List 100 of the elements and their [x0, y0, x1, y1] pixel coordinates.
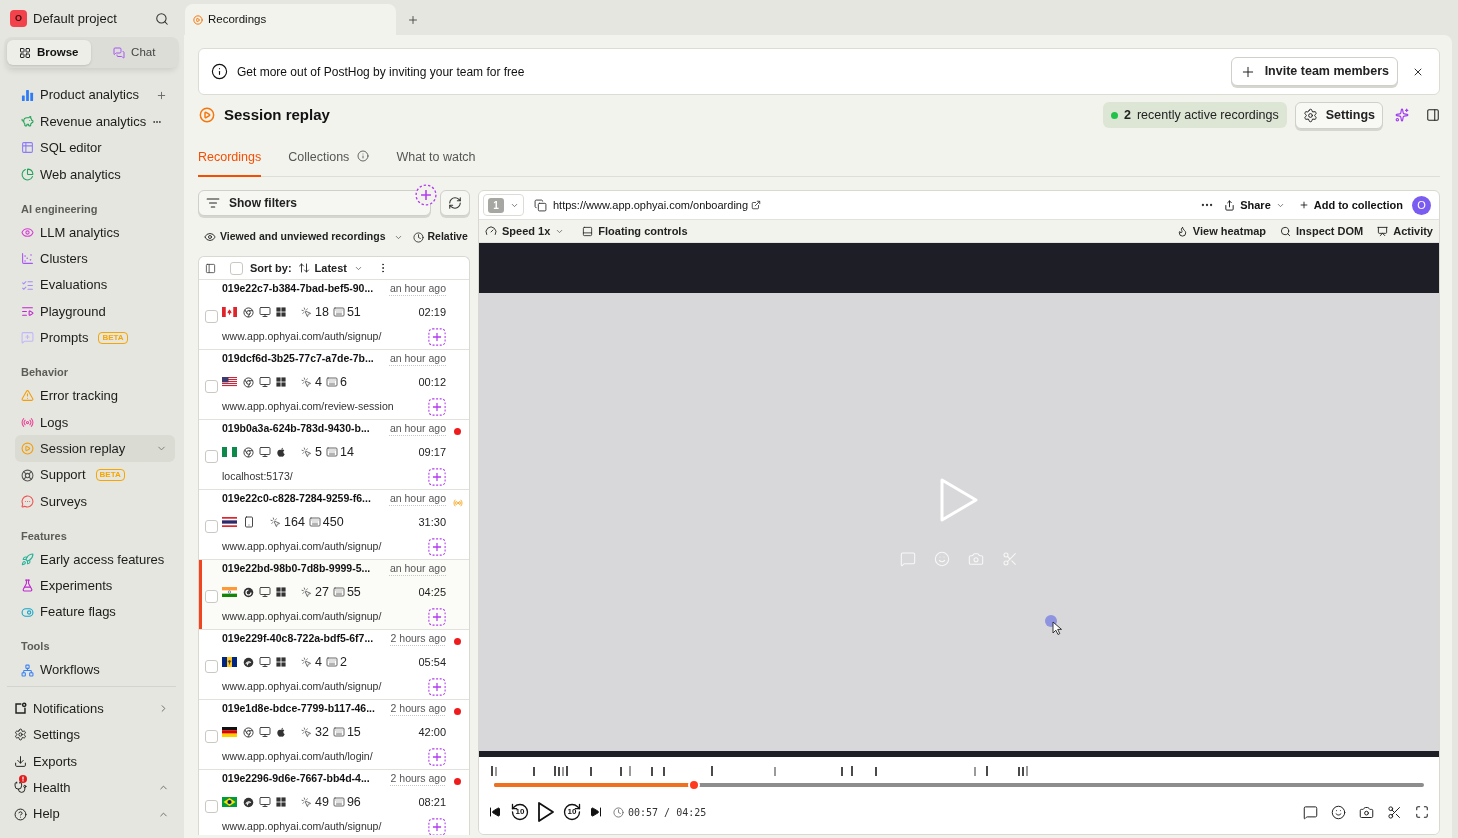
project-name[interactable]: Default project: [33, 8, 117, 29]
sidebar-item[interactable]: Surveys: [15, 488, 175, 515]
comment-icon[interactable]: [1303, 804, 1318, 820]
dashed-plus-icon[interactable]: [428, 328, 446, 346]
sidebar-item[interactable]: Evaluations: [15, 271, 175, 299]
recording-row[interactable]: 019e22bd-98b0-7d8b-9999-5... an hour ago 27 55 04:25 www.app.ophyai.com/auth/signup/: [199, 560, 469, 630]
checkbox[interactable]: [205, 310, 218, 323]
chat-bubble-icon: [21, 494, 34, 508]
checkbox[interactable]: [205, 380, 218, 393]
sidebar-item[interactable]: Exports: [0, 748, 183, 775]
plus-icon[interactable]: [156, 89, 167, 101]
sidebar-item[interactable]: Playground: [15, 298, 175, 325]
visibility-dropdown[interactable]: Viewed and unviewed recordings: [198, 229, 403, 245]
beta-badge: BETA: [98, 331, 128, 344]
sidebar-item[interactable]: LLM analytics: [15, 219, 175, 246]
external-link-icon: [751, 200, 762, 210]
mode-tab[interactable]: Browse: [7, 40, 91, 65]
beta-badge: BETA: [95, 469, 125, 482]
checkbox[interactable]: [205, 520, 218, 533]
play-icon[interactable]: [537, 801, 555, 823]
recording-time: an hour ago: [389, 281, 446, 297]
tab[interactable]: What to watch: [396, 145, 476, 177]
skip-forward-icon[interactable]: [590, 806, 602, 818]
progress-track[interactable]: [494, 783, 1424, 787]
piggy-bank-icon: [21, 115, 34, 129]
sidebar-item[interactable]: Experiments: [15, 572, 175, 600]
filter-icon: [206, 196, 220, 210]
scissors-icon[interactable]: [1387, 804, 1402, 820]
checkbox[interactable]: [230, 261, 243, 275]
dashed-plus-icon[interactable]: [415, 184, 437, 206]
tab[interactable]: Collections: [288, 145, 370, 177]
checkbox[interactable]: [205, 660, 218, 673]
mode-tab[interactable]: Chat: [92, 40, 176, 65]
keyboard-icon: [325, 376, 338, 388]
collapse-panel-icon[interactable]: [205, 262, 216, 274]
add-to-collection-button[interactable]: Add to collection: [1298, 196, 1403, 214]
dashed-plus-icon[interactable]: [428, 818, 446, 835]
desktop-icon: [259, 306, 271, 318]
search-icon[interactable]: [155, 11, 169, 26]
sidebar-item[interactable]: SQL editor: [15, 134, 175, 162]
dashed-plus-icon[interactable]: [428, 608, 446, 626]
sidebar-item[interactable]: Revenue analytics: [15, 108, 175, 135]
invite-button[interactable]: Invite team members: [1230, 57, 1398, 86]
sidebar-item[interactable]: Workflows: [15, 657, 175, 684]
checkbox[interactable]: [205, 450, 218, 463]
sidebar-item[interactable]: Logs: [15, 409, 175, 436]
sort-label: Sort by:: [250, 260, 292, 276]
sidebar-item[interactable]: Feature flags: [15, 599, 175, 626]
sidebar-item[interactable]: Support BETA: [15, 461, 175, 489]
dashed-plus-icon[interactable]: [428, 468, 446, 486]
sidebar-item[interactable]: Help: [0, 800, 183, 828]
active-recordings-pill[interactable]: 2 recently active recordings: [1103, 102, 1287, 128]
recording-id: 019e1d8e-bdce-7799-b117-46...: [222, 701, 375, 717]
toolbar-button[interactable]: Activity: [1377, 222, 1433, 240]
sidebar-item[interactable]: Settings: [0, 721, 183, 749]
camera-icon[interactable]: [1359, 804, 1374, 820]
windows-icon: [276, 587, 286, 597]
sort-dropdown[interactable]: Latest: [297, 259, 363, 277]
recording-time: 2 hours ago: [390, 631, 446, 647]
sidebar-item[interactable]: Clusters: [15, 245, 175, 272]
refresh-button[interactable]: [440, 190, 470, 216]
side-panel-icon[interactable]: [1426, 108, 1440, 122]
settings-button[interactable]: Settings: [1294, 101, 1383, 129]
recording-time: 2 hours ago: [390, 771, 446, 787]
toolbar-button[interactable]: Inspect DOM: [1280, 222, 1364, 240]
sidebar-item[interactable]: Early access features: [15, 546, 175, 573]
show-filters-button[interactable]: Show filters: [198, 190, 431, 216]
progress-handle[interactable]: [687, 779, 700, 791]
checkbox[interactable]: [205, 800, 218, 813]
message-plus-icon: [21, 331, 34, 345]
floating-controls-button[interactable]: Floating controls: [582, 222, 688, 240]
toolbar-button[interactable]: View heatmap: [1176, 222, 1266, 240]
skip-back-icon[interactable]: [489, 806, 501, 818]
share-button[interactable]: Share: [1224, 196, 1285, 214]
emoji-icon[interactable]: [1331, 804, 1346, 820]
sidebar-item[interactable]: Notifications: [0, 695, 183, 722]
sidebar-item[interactable]: Health: [0, 774, 183, 801]
dashed-plus-icon[interactable]: [428, 748, 446, 766]
sidebar-item[interactable]: Product analytics: [15, 82, 175, 109]
seek-back-button[interactable]: 10: [510, 802, 530, 822]
seek-forward-button[interactable]: 10: [562, 802, 582, 822]
checkbox[interactable]: [205, 590, 218, 603]
sparkle-icon[interactable]: [1395, 108, 1409, 122]
new-tab-icon[interactable]: [407, 13, 419, 26]
date-range-dropdown[interactable]: Relative: [412, 229, 468, 245]
fullscreen-icon[interactable]: [1415, 805, 1429, 819]
sidebar-item[interactable]: Error tracking: [15, 382, 175, 410]
sidebar-item[interactable]: Prompts BETA: [15, 324, 175, 352]
dashed-plus-icon[interactable]: [428, 398, 446, 416]
checkbox[interactable]: [205, 730, 218, 743]
page-url-link[interactable]: https://www.app.ophyai.com/onboarding: [553, 196, 762, 214]
dashed-plus-icon[interactable]: [428, 538, 446, 556]
click-count: 5: [315, 443, 322, 461]
speed-dropdown[interactable]: Speed 1x: [485, 222, 565, 240]
sidebar-item[interactable]: Web analytics: [15, 161, 175, 188]
clock-icon: [412, 231, 424, 243]
sidebar-item[interactable]: Session replay: [15, 435, 175, 462]
dashed-plus-icon[interactable]: [428, 678, 446, 696]
project-avatar: O: [10, 10, 27, 27]
browser-tab[interactable]: Recordings: [185, 4, 396, 35]
